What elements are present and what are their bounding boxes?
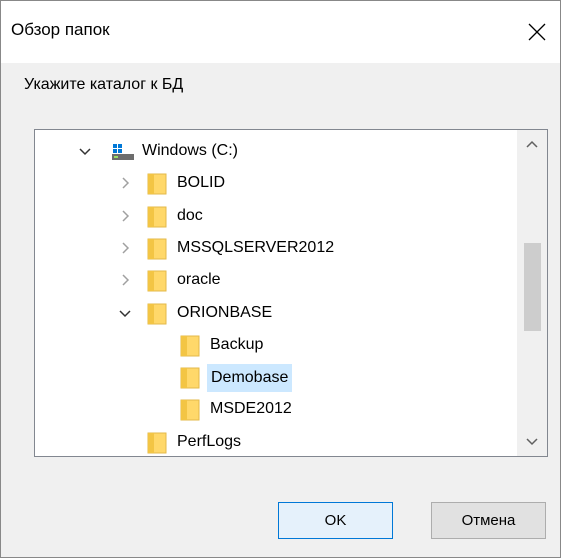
chevron-down-icon (526, 438, 538, 446)
close-icon (528, 23, 546, 41)
folder-icon (180, 399, 200, 421)
chevron-right-icon[interactable] (117, 272, 133, 288)
tree-item-label: Demobase (207, 364, 293, 393)
folder-icon (147, 432, 167, 454)
ok-button[interactable]: OK (278, 502, 393, 539)
tree-item-backup[interactable]: Backup (35, 329, 515, 361)
folder-tree: Windows (C:) BOLID doc MSSQLSERVER2012 oracl… (35, 130, 515, 456)
chevron-down-icon[interactable] (117, 305, 133, 321)
folder-icon (147, 206, 167, 228)
tree-item-label: BOLID (177, 174, 226, 192)
scroll-thumb[interactable] (524, 243, 541, 331)
folder-icon (147, 303, 167, 324)
folder-icon (147, 173, 167, 195)
tree-item-label: doc (177, 206, 203, 224)
tree-item-label: Windows (C:) (142, 142, 239, 159)
tree-item-orionbase[interactable]: ORIONBASE (35, 297, 515, 329)
scroll-up-button[interactable] (517, 130, 547, 158)
folder-tree-view[interactable]: Windows (C:) BOLID doc MSSQLSERVER2012 oracl… (34, 129, 548, 457)
tree-item-bolid[interactable]: BOLID (35, 167, 515, 199)
chevron-down-icon[interactable] (77, 143, 93, 159)
tree-item-msde2012[interactable]: MSDE2012 (35, 393, 515, 425)
chevron-right-icon[interactable] (117, 208, 133, 224)
folder-browse-dialog: Обзор папок Укажите каталог к БД Windows… (0, 0, 561, 558)
vertical-scrollbar[interactable] (517, 130, 547, 456)
chevron-right-icon[interactable] (117, 175, 133, 191)
folder-icon (147, 270, 167, 292)
tree-item-label: oracle (177, 271, 221, 289)
title-bar: Обзор папок (1, 1, 560, 63)
prompt-label: Укажите каталог к БД (24, 76, 184, 93)
close-button[interactable] (514, 1, 560, 63)
tree-item-demobase[interactable]: Demobase (35, 361, 515, 393)
tree-item-label: ORIONBASE (177, 303, 273, 321)
window-title: Обзор папок (11, 20, 110, 39)
folder-icon (147, 238, 167, 260)
tree-item-label: MSDE2012 (210, 400, 292, 418)
folder-icon (180, 335, 200, 357)
cancel-button[interactable]: Отмена (431, 502, 546, 539)
folder-icon (180, 367, 200, 389)
chevron-right-icon[interactable] (117, 240, 133, 256)
tree-item-label: Backup (210, 335, 264, 353)
tree-item-doc[interactable]: doc (35, 200, 515, 232)
scroll-down-button[interactable] (517, 428, 547, 456)
tree-item-perflogs[interactable]: PerfLogs (35, 426, 515, 456)
tree-item-label: PerfLogs (177, 432, 242, 450)
tree-item-windows-c[interactable]: Windows (C:) (35, 135, 515, 167)
chevron-up-icon (526, 140, 538, 148)
tree-item-oracle[interactable]: oracle (35, 264, 515, 296)
tree-item-mssqlserver2012[interactable]: MSSQLSERVER2012 (35, 232, 515, 264)
drive-icon (112, 144, 134, 160)
tree-item-label: MSSQLSERVER2012 (177, 238, 335, 256)
